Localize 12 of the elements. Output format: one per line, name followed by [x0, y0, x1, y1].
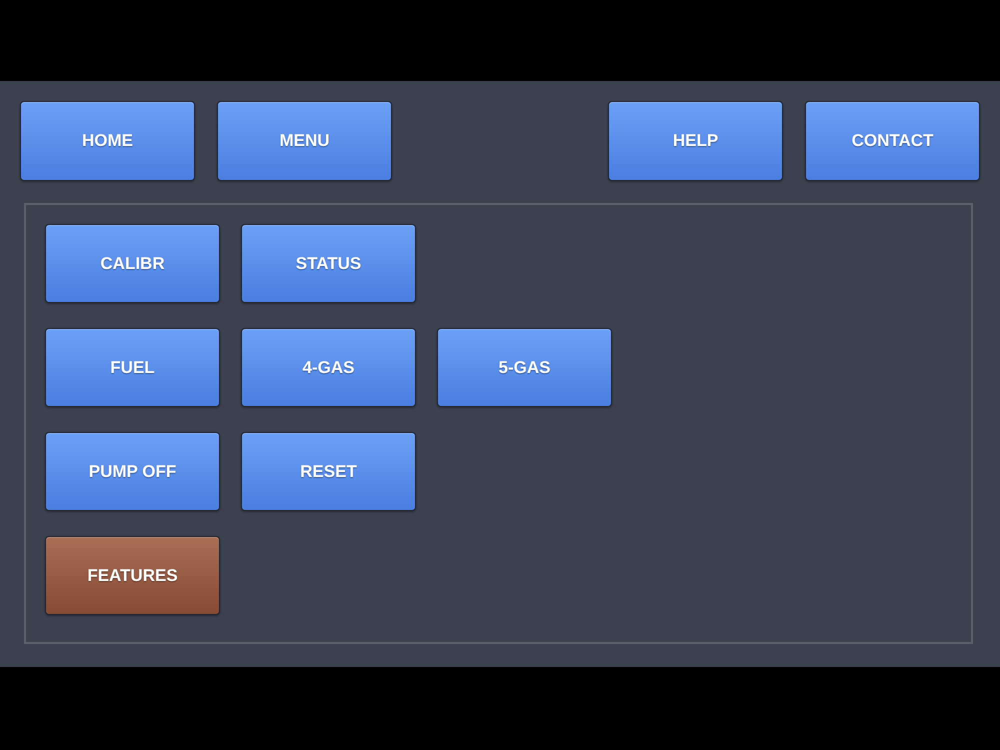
function-button[interactable]: PUMP OFF — [45, 432, 220, 511]
nav-button[interactable]: HELP — [608, 101, 783, 181]
function-button[interactable]: FUEL — [45, 328, 220, 407]
nav-button[interactable]: CONTACT — [805, 101, 980, 181]
function-button[interactable]: FEATURES — [45, 536, 220, 615]
function-button[interactable]: STATUS — [241, 224, 416, 303]
function-button[interactable]: 4-GAS — [241, 328, 416, 407]
function-button[interactable]: 5-GAS — [437, 328, 612, 407]
function-button[interactable]: RESET — [241, 432, 416, 511]
function-button[interactable]: CALIBR — [45, 224, 220, 303]
nav-button[interactable]: MENU — [217, 101, 392, 181]
nav-button[interactable]: HOME — [20, 101, 195, 181]
